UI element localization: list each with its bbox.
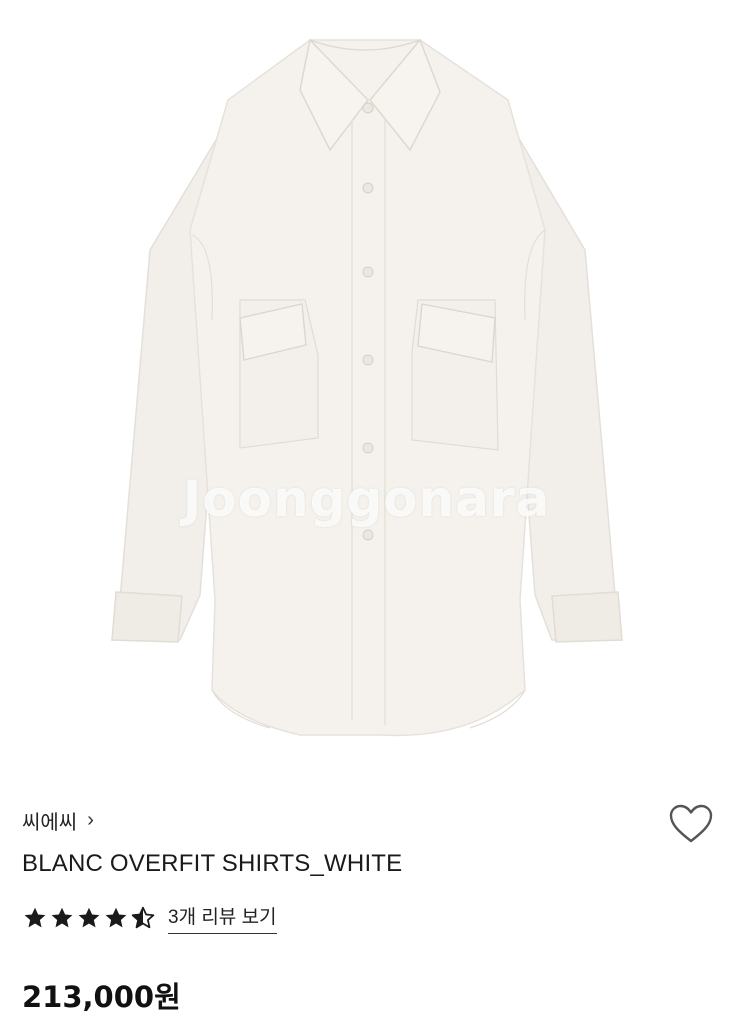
star-half-icon bbox=[130, 905, 156, 931]
star-icon bbox=[103, 905, 129, 931]
shirt-illustration bbox=[111, 38, 623, 737]
brand-link[interactable]: 씨에씨 › bbox=[22, 806, 94, 835]
brand-name: 씨에씨 bbox=[22, 811, 78, 834]
product-info: 씨에씨 › BLANC OVERFIT SHIRTS_WHITE 3개 리뷰 보… bbox=[22, 800, 715, 1016]
star-icon bbox=[22, 905, 48, 931]
wishlist-button[interactable] bbox=[667, 800, 715, 848]
rating-row: 3개 리뷰 보기 bbox=[22, 900, 715, 936]
product-image[interactable]: Joonggonara bbox=[0, 0, 733, 770]
image-watermark: Joonggonara bbox=[182, 470, 551, 528]
star-icon bbox=[49, 905, 75, 931]
product-price: 213,000원 bbox=[22, 980, 181, 1014]
star-icon bbox=[76, 905, 102, 931]
heart-outline-icon bbox=[669, 804, 713, 843]
chevron-right-icon: › bbox=[87, 808, 94, 831]
brand-row: 씨에씨 › bbox=[22, 800, 715, 840]
product-title: BLANC OVERFIT SHIRTS_WHITE bbox=[22, 850, 403, 877]
star-rating bbox=[22, 905, 156, 931]
reviews-link[interactable]: 3개 리뷰 보기 bbox=[168, 902, 277, 934]
